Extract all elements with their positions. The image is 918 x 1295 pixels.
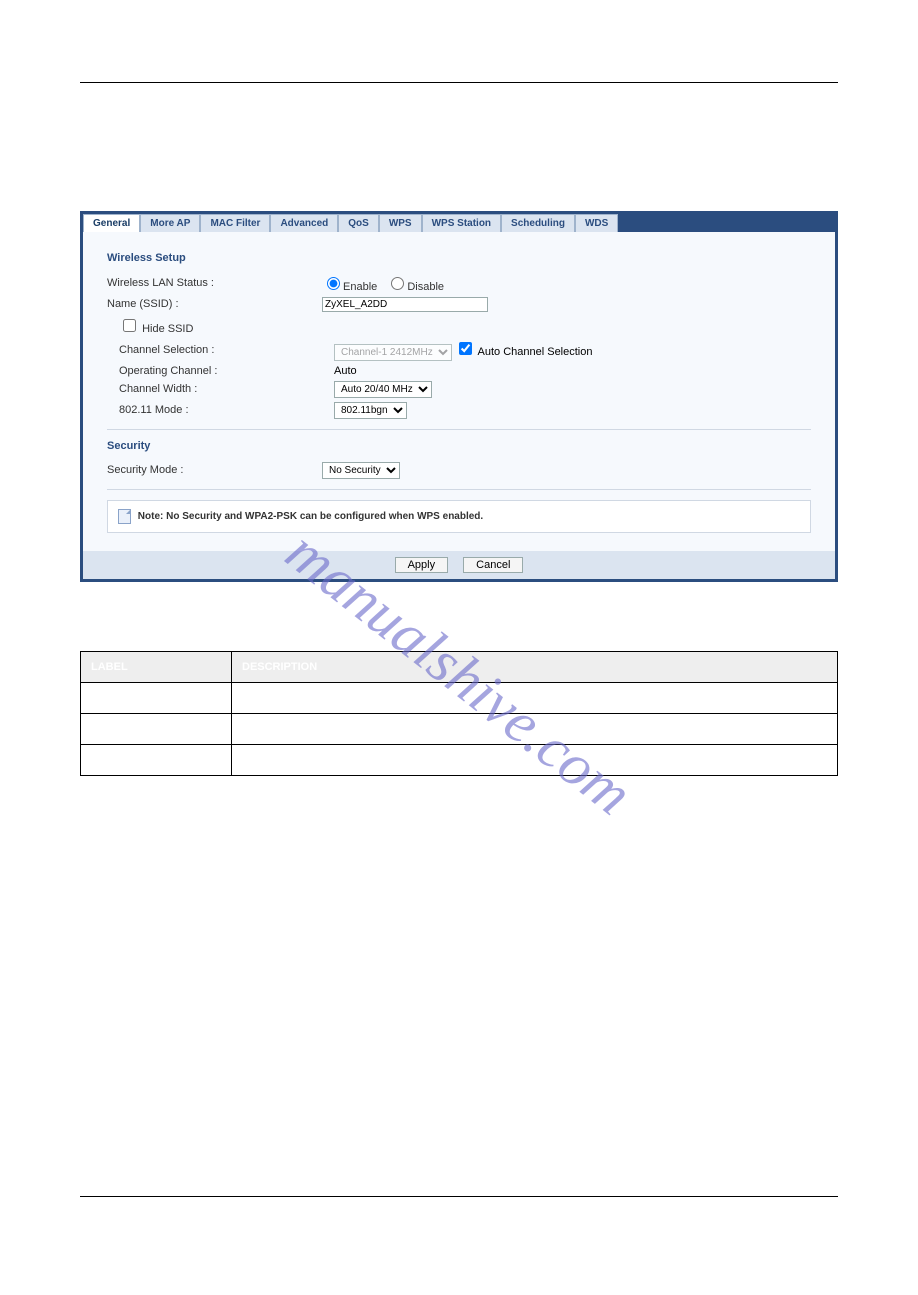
intro-note: Note: If you are configuring the NBG6515… xyxy=(80,97,838,143)
description-table: LABEL DESCRIPTION Wireless Setup Wireles… xyxy=(80,651,838,776)
ssid-label: Name (SSID) : xyxy=(107,298,322,310)
divider xyxy=(107,429,811,430)
table-row: Name (SSID) xyxy=(81,744,838,775)
operating-channel-value: Auto xyxy=(334,365,357,377)
tab-mac-filter[interactable]: MAC Filter xyxy=(200,214,270,232)
wlan-status-label: Wireless LAN Status : xyxy=(107,277,322,289)
operating-channel-label: Operating Channel : xyxy=(107,365,334,377)
channel-width-select[interactable]: Auto 20/40 MHz xyxy=(334,381,432,398)
channel-selection-label: Channel Selection : xyxy=(107,344,334,356)
footer-guide: NBG6515 User's Guide xyxy=(80,1207,838,1219)
auto-channel-label: Auto Channel Selection xyxy=(478,346,593,358)
figure-label: Figure 37 Network > Wireless LAN 2.4G > … xyxy=(80,191,838,203)
tab-general[interactable]: General xyxy=(83,214,140,232)
mode-80211-select[interactable]: 802.11bgn xyxy=(334,402,407,419)
mode-80211-label: 802.11 Mode : xyxy=(107,404,334,416)
tab-more-ap[interactable]: More AP xyxy=(140,214,200,232)
button-bar: Apply Cancel xyxy=(83,551,835,579)
tab-wps-station[interactable]: WPS Station xyxy=(422,214,501,232)
divider-2 xyxy=(107,489,811,490)
apply-button[interactable]: Apply xyxy=(395,557,449,573)
table-intro: The following table describes the genera… xyxy=(80,596,838,611)
security-mode-select[interactable]: No Security xyxy=(322,462,400,479)
tab-advanced[interactable]: Advanced xyxy=(270,214,338,232)
table-header-label: LABEL xyxy=(81,651,232,682)
note-text: Note: No Security and WPA2-PSK can be co… xyxy=(138,511,483,522)
wireless-config-panel: General More AP MAC Filter Advanced QoS … xyxy=(80,211,838,582)
enable-label: Enable xyxy=(343,281,377,293)
note-box: Note: No Security and WPA2-PSK can be co… xyxy=(107,500,811,533)
tab-wds[interactable]: WDS xyxy=(575,214,618,232)
auto-channel-checkbox[interactable] xyxy=(459,342,472,355)
wlan-disable-radio[interactable] xyxy=(391,277,404,290)
table-header-description: DESCRIPTION xyxy=(232,651,838,682)
nav-text: Click Network > Wireless LAN 2.4G to ope… xyxy=(80,157,838,172)
security-title: Security xyxy=(107,440,811,452)
disable-label: Disable xyxy=(407,281,444,293)
hide-ssid-label: Hide SSID xyxy=(142,323,193,335)
table-row: Wireless LAN Status Select to Enable or … xyxy=(81,713,838,744)
channel-width-label: Channel Width : xyxy=(107,383,334,395)
table-row: Wireless Setup xyxy=(81,682,838,713)
tab-qos[interactable]: QoS xyxy=(338,214,379,232)
wireless-setup-title: Wireless Setup xyxy=(107,252,811,264)
security-mode-label: Security Mode : xyxy=(107,464,322,476)
ssid-input[interactable] xyxy=(322,297,488,312)
tab-wps[interactable]: WPS xyxy=(379,214,422,232)
cancel-button[interactable]: Cancel xyxy=(463,557,523,573)
wlan-enable-radio[interactable] xyxy=(327,277,340,290)
channel-selection-select[interactable]: Channel-1 2412MHz xyxy=(334,344,452,361)
top-rule xyxy=(80,82,838,83)
note-icon xyxy=(118,509,131,524)
hide-ssid-checkbox[interactable] xyxy=(123,319,136,332)
page-number: 62 xyxy=(80,1223,838,1235)
bottom-rule xyxy=(80,1196,838,1197)
tab-scheduling[interactable]: Scheduling xyxy=(501,214,575,232)
chapter-header: Chapter 7 Wireless LAN xyxy=(80,40,838,52)
table-caption: Table 21 Network > Wireless LAN 2.4G > G… xyxy=(80,635,838,647)
tab-bar: General More AP MAC Filter Advanced QoS … xyxy=(83,214,835,232)
